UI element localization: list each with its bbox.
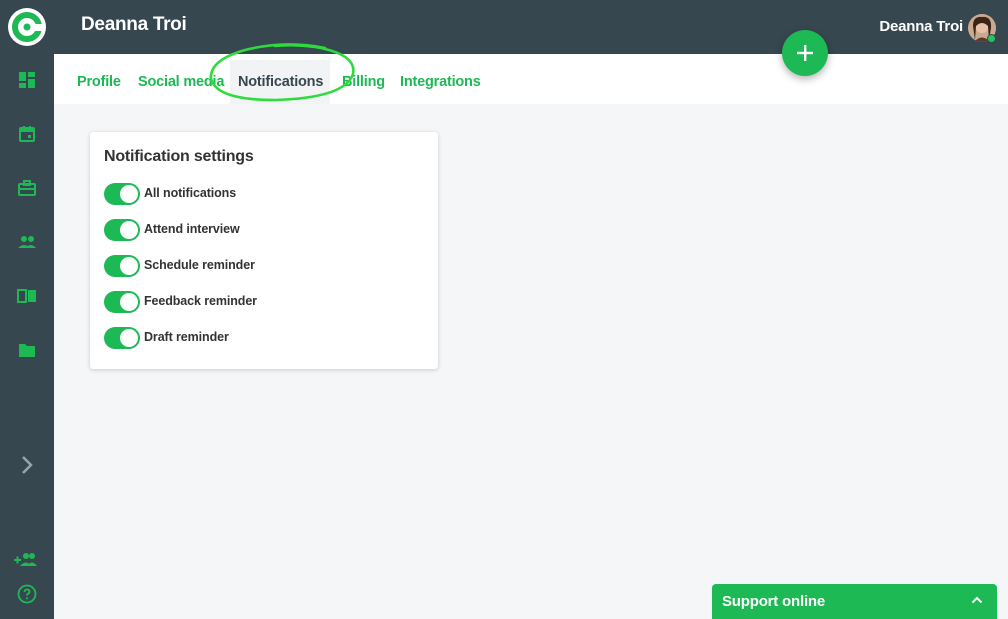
user-name[interactable]: Deanna Troi <box>879 18 963 35</box>
toggle-feedback-reminder[interactable] <box>104 291 140 313</box>
book-icon[interactable] <box>17 286 37 306</box>
briefcase-icon[interactable] <box>17 178 37 198</box>
dashboard-icon[interactable] <box>17 70 37 90</box>
tab-billing[interactable]: Billing <box>342 74 385 90</box>
top-bar: Deanna Troi Deanna Troi <box>54 0 1008 54</box>
toggle-attend-interview[interactable] <box>104 219 140 241</box>
tab-integrations[interactable]: Integrations <box>400 74 481 90</box>
toggle-all-notifications[interactable] <box>104 183 140 205</box>
setting-row: All notifications <box>104 183 424 205</box>
setting-label: Feedback reminder <box>144 294 257 308</box>
tab-social-media[interactable]: Social media <box>138 74 224 90</box>
setting-row: Draft reminder <box>104 327 424 349</box>
logo-icon <box>8 8 46 46</box>
app-logo[interactable] <box>0 0 54 54</box>
tab-bar: Profile Social media Notifications Billi… <box>54 54 1008 104</box>
setting-row: Feedback reminder <box>104 291 424 313</box>
tab-notifications[interactable]: Notifications <box>238 74 323 90</box>
setting-label: Schedule reminder <box>144 258 255 272</box>
people-icon[interactable] <box>17 232 37 252</box>
toggle-draft-reminder[interactable] <box>104 327 140 349</box>
online-status-dot <box>987 34 996 43</box>
notification-settings-card: Notification settings All notifications … <box>90 132 438 369</box>
setting-row: Attend interview <box>104 219 424 241</box>
toggle-schedule-reminder[interactable] <box>104 255 140 277</box>
support-chat-widget[interactable]: Support online <box>712 584 997 619</box>
sidebar <box>0 0 54 619</box>
add-button[interactable] <box>782 30 828 76</box>
card-title: Notification settings <box>104 148 254 165</box>
setting-label: Draft reminder <box>144 330 229 344</box>
support-label: Support online <box>722 593 826 610</box>
chevron-up-icon[interactable] <box>971 596 983 604</box>
setting-row: Schedule reminder <box>104 255 424 277</box>
page-title: Deanna Troi <box>81 14 187 35</box>
setting-label: All notifications <box>144 186 237 200</box>
folder-icon[interactable] <box>17 340 37 360</box>
calendar-icon[interactable] <box>17 124 37 144</box>
add-user-icon[interactable] <box>13 549 39 569</box>
chevron-right-icon[interactable] <box>17 455 37 475</box>
tab-profile[interactable]: Profile <box>77 74 121 90</box>
setting-label: Attend interview <box>144 222 240 236</box>
help-icon[interactable] <box>17 584 37 604</box>
plus-icon <box>797 45 813 61</box>
